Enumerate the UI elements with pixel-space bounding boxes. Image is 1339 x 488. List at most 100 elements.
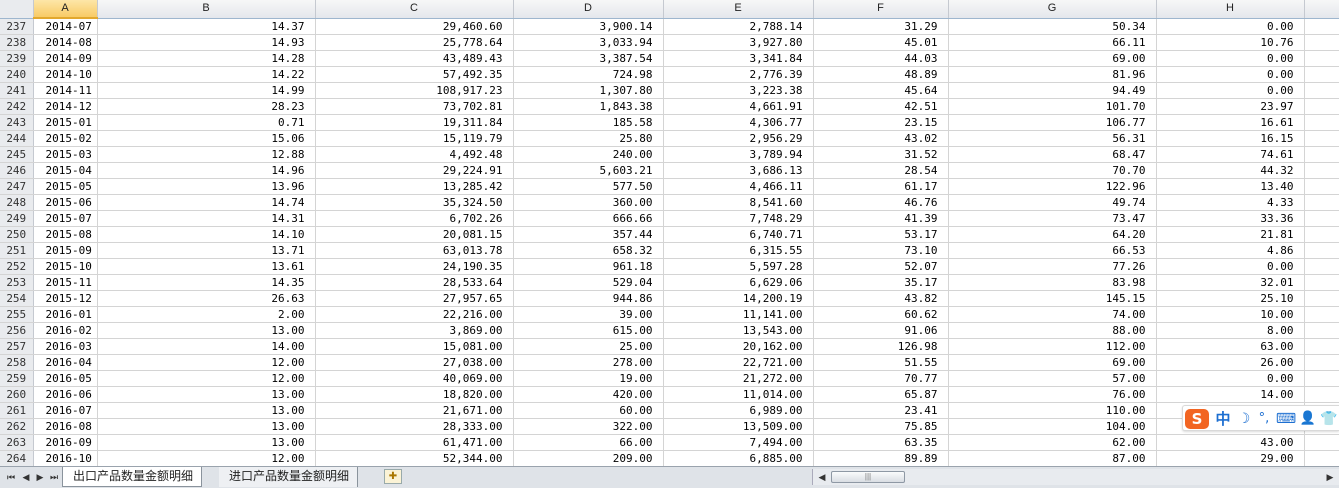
cell-g[interactable]: 112.00	[948, 338, 1157, 355]
cell-a[interactable]: 2016-01	[33, 306, 98, 323]
column-header-c[interactable]: C	[315, 0, 514, 19]
cell-f[interactable]: 41.39	[813, 210, 949, 227]
cell-overflow[interactable]	[1304, 162, 1339, 179]
cell-h[interactable]: 26.00	[1156, 354, 1305, 371]
cell-b[interactable]: 13.00	[97, 418, 316, 435]
cell-overflow[interactable]	[1304, 322, 1339, 339]
cell-h[interactable]: 0.00	[1156, 18, 1305, 35]
cell-overflow[interactable]	[1304, 290, 1339, 307]
next-sheet-icon[interactable]: ▶	[34, 471, 46, 483]
cell-a[interactable]: 2015-07	[33, 210, 98, 227]
cell-b[interactable]: 26.63	[97, 290, 316, 307]
cell-e[interactable]: 20,162.00	[663, 338, 814, 355]
row-header[interactable]: 244	[0, 130, 34, 147]
cell-f[interactable]: 63.35	[813, 434, 949, 451]
cell-g[interactable]: 77.26	[948, 258, 1157, 275]
cell-overflow[interactable]	[1304, 66, 1339, 83]
cell-a[interactable]: 2015-02	[33, 130, 98, 147]
row-header[interactable]: 256	[0, 322, 34, 339]
sheet-tab-export[interactable]: 出口产品数量金额明细	[62, 467, 203, 487]
cell-h[interactable]: 74.61	[1156, 146, 1305, 163]
cell-c[interactable]: 29,224.91	[315, 162, 514, 179]
row-header[interactable]: 254	[0, 290, 34, 307]
cell-a[interactable]: 2015-04	[33, 162, 98, 179]
cell-b[interactable]: 12.88	[97, 146, 316, 163]
cell-h[interactable]: 0.00	[1156, 82, 1305, 99]
column-header-d[interactable]: D	[513, 0, 664, 19]
keyboard-icon[interactable]: ⌨	[1275, 409, 1297, 429]
cell-a[interactable]: 2015-01	[33, 114, 98, 131]
cell-c[interactable]: 57,492.35	[315, 66, 514, 83]
cell-e[interactable]: 6,629.06	[663, 274, 814, 291]
cell-overflow[interactable]	[1304, 226, 1339, 243]
cell-h[interactable]: 0.00	[1156, 66, 1305, 83]
cell-h[interactable]: 0.00	[1156, 50, 1305, 67]
cell-g[interactable]: 81.96	[948, 66, 1157, 83]
scroll-left-icon[interactable]: ◀	[815, 469, 829, 485]
cell-f[interactable]: 52.07	[813, 258, 949, 275]
cell-e[interactable]: 21,272.00	[663, 370, 814, 387]
cell-e[interactable]: 3,223.38	[663, 82, 814, 99]
cell-h[interactable]: 4.86	[1156, 242, 1305, 259]
cell-e[interactable]: 2,776.39	[663, 66, 814, 83]
cell-overflow[interactable]	[1304, 18, 1339, 35]
cell-h[interactable]: 4.33	[1156, 194, 1305, 211]
last-sheet-icon[interactable]: ⏭	[48, 471, 60, 483]
scroll-right-icon[interactable]: ▶	[1323, 469, 1337, 485]
cell-e[interactable]: 11,014.00	[663, 386, 814, 403]
cell-g[interactable]: 88.00	[948, 322, 1157, 339]
cell-e[interactable]: 3,927.80	[663, 34, 814, 51]
cell-e[interactable]: 4,466.11	[663, 178, 814, 195]
cell-g[interactable]: 110.00	[948, 402, 1157, 419]
cell-a[interactable]: 2016-02	[33, 322, 98, 339]
cell-c[interactable]: 4,492.48	[315, 146, 514, 163]
row-header[interactable]: 251	[0, 242, 34, 259]
cell-h[interactable]: 23.97	[1156, 98, 1305, 115]
cell-a[interactable]: 2015-11	[33, 274, 98, 291]
cell-overflow[interactable]	[1304, 114, 1339, 131]
row-header[interactable]: 259	[0, 370, 34, 387]
cell-c[interactable]: 22,216.00	[315, 306, 514, 323]
cell-b[interactable]: 14.28	[97, 50, 316, 67]
cell-c[interactable]: 28,333.00	[315, 418, 514, 435]
row-header[interactable]: 261	[0, 402, 34, 419]
cell-g[interactable]: 101.70	[948, 98, 1157, 115]
cell-overflow[interactable]	[1304, 194, 1339, 211]
row-header[interactable]: 237	[0, 18, 34, 35]
cell-c[interactable]: 20,081.15	[315, 226, 514, 243]
cell-d[interactable]: 357.44	[513, 226, 664, 243]
cell-c[interactable]: 15,081.00	[315, 338, 514, 355]
cell-b[interactable]: 14.35	[97, 274, 316, 291]
cell-c[interactable]: 24,190.35	[315, 258, 514, 275]
cell-d[interactable]: 60.00	[513, 402, 664, 419]
cell-g[interactable]: 62.00	[948, 434, 1157, 451]
row-header[interactable]: 238	[0, 34, 34, 51]
cell-g[interactable]: 104.00	[948, 418, 1157, 435]
cell-g[interactable]: 64.20	[948, 226, 1157, 243]
first-sheet-icon[interactable]: ⏮	[5, 471, 17, 483]
cell-f[interactable]: 51.55	[813, 354, 949, 371]
cell-f[interactable]: 60.62	[813, 306, 949, 323]
cell-a[interactable]: 2015-03	[33, 146, 98, 163]
cell-a[interactable]: 2015-08	[33, 226, 98, 243]
cell-g[interactable]: 69.00	[948, 50, 1157, 67]
cell-b[interactable]: 14.74	[97, 194, 316, 211]
row-header[interactable]: 246	[0, 162, 34, 179]
cell-d[interactable]: 25.00	[513, 338, 664, 355]
cell-e[interactable]: 5,597.28	[663, 258, 814, 275]
cell-d[interactable]: 658.32	[513, 242, 664, 259]
cell-a[interactable]: 2016-09	[33, 434, 98, 451]
cell-d[interactable]: 666.66	[513, 210, 664, 227]
cell-c[interactable]: 6,702.26	[315, 210, 514, 227]
cell-f[interactable]: 45.64	[813, 82, 949, 99]
cell-g[interactable]: 70.70	[948, 162, 1157, 179]
cell-b[interactable]: 12.00	[97, 354, 316, 371]
cell-b[interactable]: 14.96	[97, 162, 316, 179]
cell-a[interactable]: 2016-08	[33, 418, 98, 435]
cell-f[interactable]: 23.41	[813, 402, 949, 419]
cell-c[interactable]: 27,957.65	[315, 290, 514, 307]
cell-d[interactable]: 724.98	[513, 66, 664, 83]
cell-g[interactable]: 106.77	[948, 114, 1157, 131]
cell-f[interactable]: 65.87	[813, 386, 949, 403]
cell-e[interactable]: 7,748.29	[663, 210, 814, 227]
